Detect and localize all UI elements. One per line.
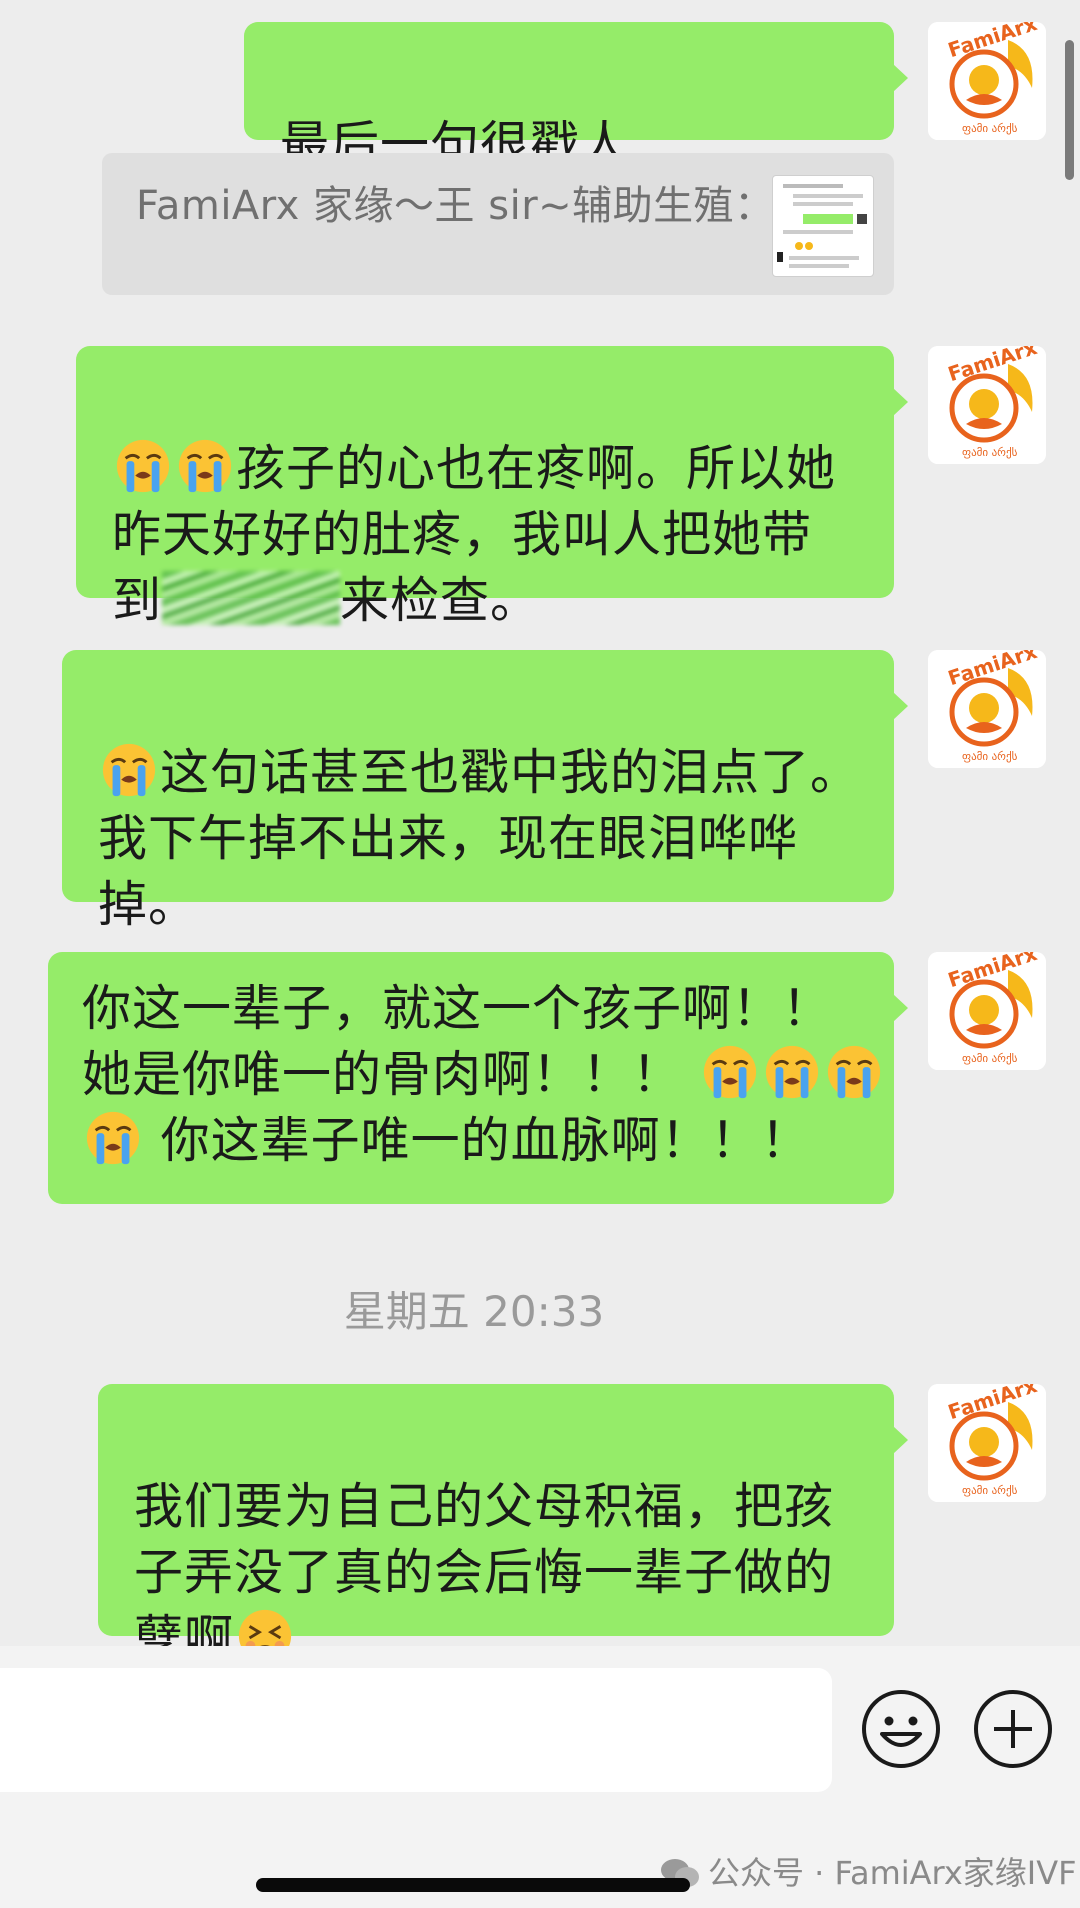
message-input[interactable] xyxy=(0,1668,832,1792)
smiley-icon[interactable] xyxy=(860,1688,942,1770)
quote-text: FamiArx 家缘～王 sir~辅助生殖： xyxy=(136,183,775,229)
message-text: 你这辈子唯一的血脉啊！！！ xyxy=(144,1112,811,1169)
avatar[interactable] xyxy=(928,1384,1046,1502)
plus-circle-icon[interactable] xyxy=(972,1688,1054,1770)
avatar[interactable] xyxy=(928,346,1046,464)
message-bubble[interactable]: 你这一辈子，就这一个孩子啊！！ 她是你唯一的骨肉啊！！！ 你这辈子唯一的血脉啊！… xyxy=(48,952,908,1204)
loudly-crying-face-icon xyxy=(114,437,172,495)
message-text: 她是你唯一的骨肉啊！！！ xyxy=(82,1046,699,1103)
message-bubble[interactable]: 这句话甚至也戳中我的泪点了。 我下午掉不出来，现在眼泪哗哗 掉。 xyxy=(62,650,908,933)
message-bubble[interactable]: 我们要为自己的父母积福，把孩 子弄没了真的会后悔一辈子做的 孽啊 xyxy=(98,1384,908,1667)
avatar[interactable] xyxy=(928,650,1046,768)
redacted-text-scribble xyxy=(162,571,341,625)
message-bubble[interactable]: 最后一句很戳人............ xyxy=(244,22,908,140)
quote-thumbnail[interactable] xyxy=(772,175,874,277)
avatar[interactable] xyxy=(928,22,1046,140)
loudly-crying-face-icon xyxy=(100,741,158,799)
message-line: 你这一辈子，就这一个孩子啊！！ xyxy=(82,980,833,1037)
loudly-crying-face-icon xyxy=(176,437,234,495)
message-bubble[interactable]: 孩子的心也在疼啊。所以她 昨天好好的肚疼，我叫人把她带 到来检查。 xyxy=(76,346,908,629)
loudly-crying-face-icon xyxy=(763,1043,821,1101)
loudly-crying-face-icon xyxy=(825,1043,883,1101)
message-line-3: 你这辈子唯一的血脉啊！！！ xyxy=(82,1108,864,1174)
loudly-crying-face-icon xyxy=(84,1109,142,1167)
loudly-crying-face-icon xyxy=(701,1043,759,1101)
message-line-2: 她是你唯一的骨肉啊！！！ xyxy=(82,1042,864,1108)
screenshot-thumbnail-icon xyxy=(777,184,867,268)
avatar[interactable] xyxy=(928,952,1046,1070)
timestamp: 星期五 20:33 xyxy=(343,1287,605,1336)
message-text: 这句话甚至也戳中我的泪点了。 我下午掉不出来，现在眼泪哗哗 掉。 xyxy=(98,744,861,933)
watermark: 公众号 · FamiArx家缘IVF xyxy=(660,1848,1077,1894)
home-indicator[interactable] xyxy=(256,1878,690,1892)
scrollbar[interactable] xyxy=(1065,40,1074,180)
message-text: 来检查。 xyxy=(340,572,541,629)
watermark-label: 公众号 · FamiArx家缘IVF xyxy=(708,1854,1077,1892)
quoted-message[interactable]: FamiArx 家缘～王 sir~辅助生殖： xyxy=(102,153,894,295)
